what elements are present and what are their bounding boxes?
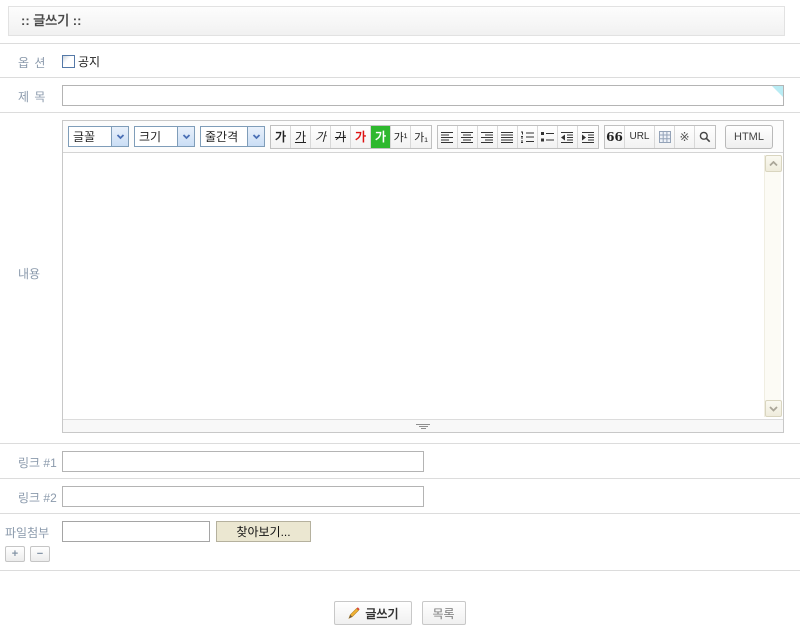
align-right-icon[interactable] — [478, 126, 498, 148]
bold-button[interactable]: 가 — [271, 126, 291, 148]
pencil-icon — [347, 606, 361, 620]
link1-label: 링크 #1 — [0, 451, 62, 471]
editor-resize-handle[interactable] — [63, 419, 783, 432]
chevron-down-icon — [247, 127, 264, 146]
chevron-down-icon — [111, 127, 128, 146]
editor-scrollbar[interactable] — [764, 155, 781, 417]
title-row: 제 목 — [0, 77, 800, 112]
submit-button[interactable]: 글쓰기 — [334, 601, 411, 625]
special-char-button[interactable]: ※ — [675, 126, 695, 148]
font-family-select[interactable]: 글꼴 — [68, 126, 129, 147]
highlight-color-button[interactable]: 가 — [371, 126, 391, 148]
list-button-label: 목록 — [433, 605, 455, 622]
subscript-button[interactable]: 가₁ — [411, 126, 431, 148]
file-label: 파일첨부 — [0, 521, 62, 542]
link2-label: 링크 #2 — [0, 486, 62, 506]
notice-checkbox[interactable] — [62, 55, 75, 68]
editor-body[interactable] — [63, 153, 783, 419]
table-icon[interactable] — [655, 126, 675, 148]
link1-input[interactable] — [62, 451, 424, 472]
file-row: 파일첨부 찾아보기... + − — [0, 513, 800, 570]
html-mode-button[interactable]: HTML — [725, 125, 773, 149]
underline-button[interactable]: 가 — [291, 126, 311, 148]
write-post-page: :: 글쓰기 :: 옵 션 공지 제 목 내용 글꼴 — [0, 6, 800, 630]
browse-button[interactable]: 찾아보기... — [216, 521, 311, 542]
bottom-divider — [0, 570, 800, 571]
blockquote-button[interactable]: 66 — [605, 126, 625, 148]
content-label: 내용 — [0, 120, 62, 282]
scroll-down-icon[interactable] — [765, 400, 782, 417]
resize-grip-icon — [416, 423, 430, 429]
paragraph-group — [437, 125, 599, 149]
link1-row: 링크 #1 — [0, 443, 800, 478]
title-input[interactable] — [62, 85, 784, 106]
option-row: 옵 션 공지 — [0, 43, 800, 77]
submit-button-label: 글쓰기 — [365, 605, 398, 622]
content-row: 내용 글꼴 크기 — [0, 112, 800, 443]
page-title: :: 글쓰기 :: — [8, 6, 785, 36]
strikethrough-button[interactable]: 가 — [331, 126, 351, 148]
outdent-icon[interactable] — [558, 126, 578, 148]
form-actions: 글쓰기 목록 — [0, 601, 800, 625]
add-file-button[interactable]: + — [5, 546, 25, 562]
text-style-group: 가 가 가 가 가 가 가¹ 가₁ — [270, 125, 432, 149]
editor-toolbar: 글꼴 크기 줄간격 — [63, 121, 783, 153]
italic-button[interactable]: 가 — [311, 126, 331, 148]
link2-input[interactable] — [62, 486, 424, 507]
list-button[interactable]: 목록 — [422, 601, 466, 625]
url-button[interactable]: URL — [625, 126, 655, 148]
link2-row: 링크 #2 — [0, 478, 800, 513]
font-color-button[interactable]: 가 — [351, 126, 371, 148]
superscript-button[interactable]: 가¹ — [391, 126, 411, 148]
file-input[interactable] — [62, 521, 210, 542]
insert-group: 66 URL ※ — [604, 125, 716, 149]
title-corner-decoration — [772, 86, 783, 97]
align-center-icon[interactable] — [458, 126, 478, 148]
notice-checkbox-label[interactable]: 공지 — [78, 53, 100, 70]
font-size-select[interactable]: 크기 — [134, 126, 195, 147]
option-label: 옵 션 — [0, 51, 62, 71]
title-label: 제 목 — [0, 85, 62, 105]
align-left-icon[interactable] — [438, 126, 458, 148]
indent-icon[interactable] — [578, 126, 598, 148]
search-icon[interactable] — [695, 126, 715, 148]
unordered-list-icon[interactable] — [538, 126, 558, 148]
line-spacing-select[interactable]: 줄간격 — [200, 126, 265, 147]
align-justify-icon[interactable] — [498, 126, 518, 148]
chevron-down-icon — [177, 127, 194, 146]
wysiwyg-editor: 글꼴 크기 줄간격 — [62, 120, 784, 433]
scroll-up-icon[interactable] — [765, 155, 782, 172]
remove-file-button[interactable]: − — [30, 546, 50, 562]
ordered-list-icon[interactable] — [518, 126, 538, 148]
